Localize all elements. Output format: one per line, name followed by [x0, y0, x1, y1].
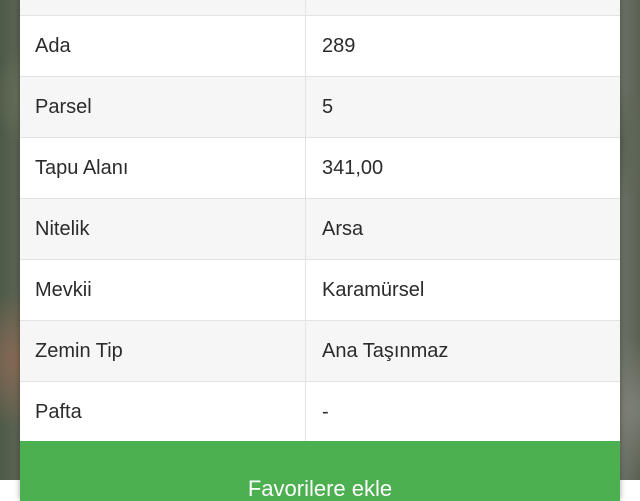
row-value: 289 [322, 35, 356, 57]
add-to-favorites-button[interactable]: Favorilere ekle [20, 441, 620, 501]
row-value: 5 [322, 96, 334, 118]
table-row-nitelik: Nitelik Arsa [20, 199, 620, 260]
cell-divider [305, 0, 306, 15]
cell-divider [305, 77, 306, 137]
row-value: 341,00 [322, 157, 384, 179]
cell-divider [305, 138, 306, 198]
row-value: - [322, 401, 329, 423]
row-label: Ada [35, 35, 71, 57]
cell-divider [305, 321, 306, 381]
table-row [20, 0, 620, 16]
row-label: Zemin Tip [35, 340, 123, 362]
row-label: Mevkii [35, 279, 92, 301]
cell-divider [305, 382, 306, 442]
cell-divider [305, 16, 306, 76]
row-value: Ana Taşınmaz [322, 340, 449, 362]
row-label: Nitelik [35, 218, 90, 240]
table-row-ada: Ada 289 [20, 16, 620, 77]
row-label: Tapu Alanı [35, 157, 129, 179]
table-row-tapu-alani: Tapu Alanı 341,00 [20, 138, 620, 199]
row-value: Karamürsel [322, 279, 425, 301]
row-label: Parsel [35, 96, 92, 118]
row-label: Pafta [35, 401, 82, 423]
cell-divider [305, 260, 306, 320]
table-row-zemin-tip: Zemin Tip Ana Taşınmaz [20, 321, 620, 382]
table-row-parsel: Parsel 5 [20, 77, 620, 138]
table-row-mevkii: Mevkii Karamürsel [20, 260, 620, 321]
cell-divider [305, 199, 306, 259]
row-value: Arsa [322, 218, 364, 240]
table-row-pafta: Pafta - [20, 382, 620, 443]
